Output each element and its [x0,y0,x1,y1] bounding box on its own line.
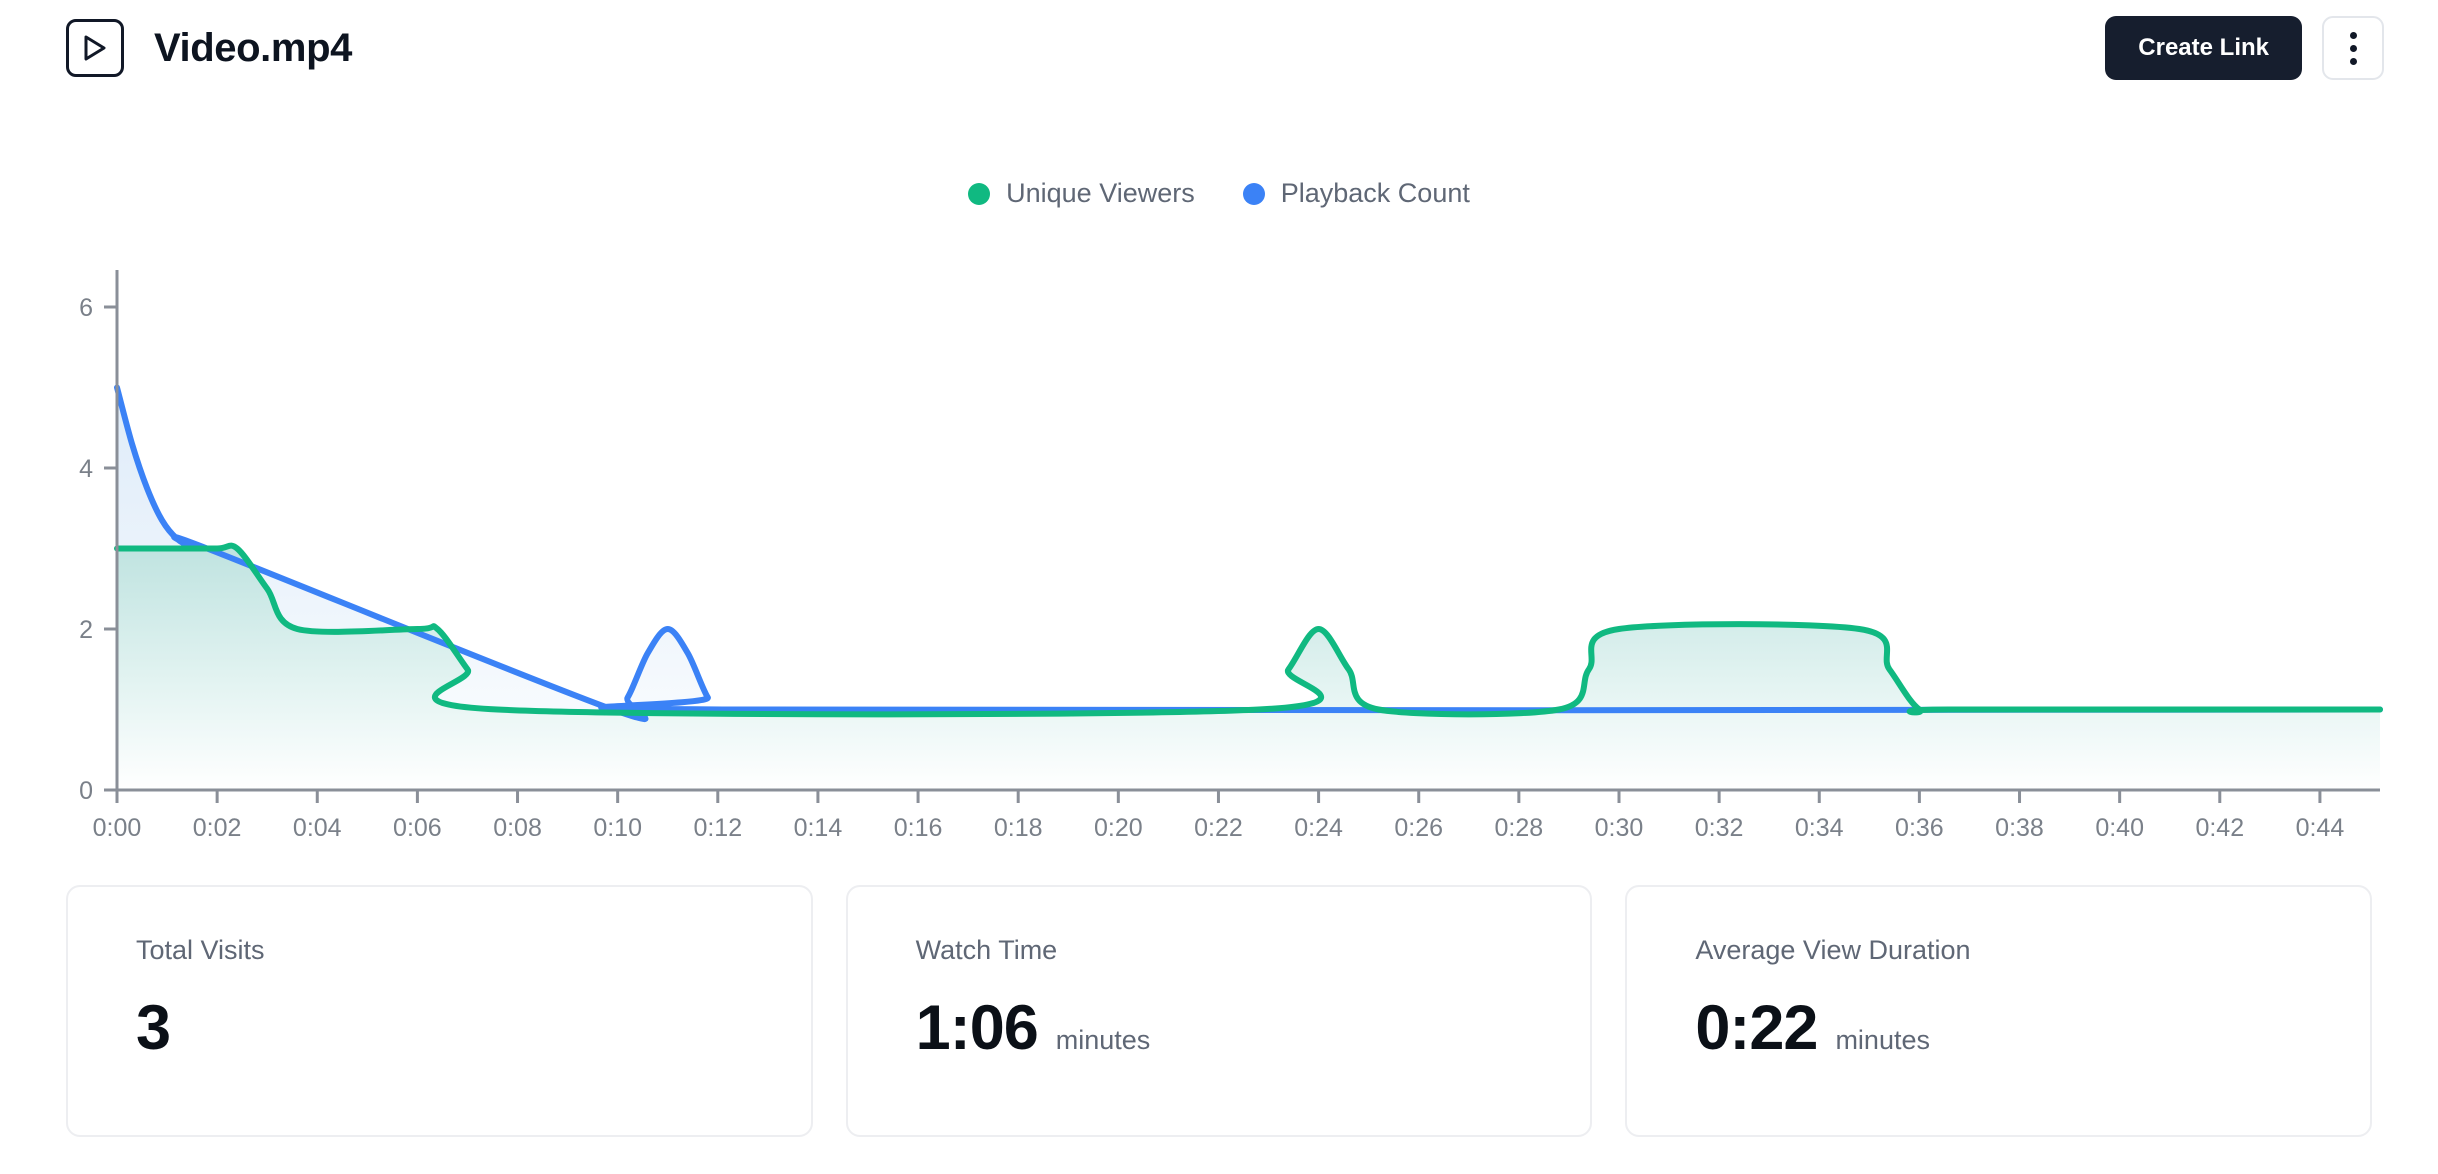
svg-text:6: 6 [79,294,93,322]
chart-areas [117,388,2380,791]
stat-card-watch-time: Watch Time 1:06 minutes [846,885,1593,1137]
legend-dot-blue-icon [1243,183,1265,205]
viewership-chart: 0 2 4 6 0:00 0:02 0:04 0:06 0:08 0:10 0:12 0:14 0:16… [0,250,2438,850]
stat-value: 1:06 [916,997,1038,1060]
svg-text:0:40: 0:40 [2095,814,2144,842]
svg-text:0:24: 0:24 [1294,814,1343,842]
svg-text:0:26: 0:26 [1394,814,1443,842]
svg-text:0:00: 0:00 [93,814,142,842]
stat-unit: minutes [1835,1027,1930,1054]
stat-value: 0:22 [1695,997,1817,1060]
legend-item-playback-count[interactable]: Playback Count [1243,178,1470,209]
svg-text:0:08: 0:08 [493,814,542,842]
stat-value-row: 0:22 minutes [1695,997,2370,1060]
svg-text:0:20: 0:20 [1094,814,1143,842]
stat-card-average-view-duration: Average View Duration 0:22 minutes [1625,885,2372,1137]
vertical-dots-icon [2350,32,2357,65]
create-link-button[interactable]: Create Link [2105,16,2302,80]
svg-text:0:22: 0:22 [1194,814,1243,842]
stat-label: Total Visits [136,937,811,964]
svg-text:0:12: 0:12 [693,814,742,842]
svg-text:0:06: 0:06 [393,814,442,842]
header-actions: Create Link [2105,16,2384,80]
stat-label: Average View Duration [1695,937,2370,964]
stat-value-row: 1:06 minutes [916,997,1591,1060]
stat-label: Watch Time [916,937,1591,964]
svg-text:0:42: 0:42 [2195,814,2244,842]
svg-text:0:18: 0:18 [994,814,1043,842]
video-play-icon [66,19,124,77]
stat-value-row: 3 [136,997,811,1060]
svg-text:0:32: 0:32 [1695,814,1744,842]
analytics-page: Video.mp4 Create Link Unique Viewers Pla… [0,0,2438,1174]
stat-unit: minutes [1056,1027,1151,1054]
legend-label-playback-count: Playback Count [1281,178,1470,209]
svg-text:0:36: 0:36 [1895,814,1944,842]
header-left-group: Video.mp4 [66,19,352,77]
svg-text:0:44: 0:44 [2296,814,2345,842]
stat-cards: Total Visits 3 Watch Time 1:06 minutes A… [66,885,2372,1137]
svg-text:0: 0 [79,777,93,805]
legend-dot-green-icon [968,183,990,205]
chart-svg: 0 2 4 6 0:00 0:02 0:04 0:06 0:08 0:10 0:12 0:14 0:16… [0,250,2438,850]
svg-text:0:04: 0:04 [293,814,342,842]
chart-legend: Unique Viewers Playback Count [0,178,2438,209]
stat-value: 3 [136,997,170,1060]
svg-text:0:16: 0:16 [894,814,943,842]
more-options-button[interactable] [2322,16,2384,80]
svg-text:0:10: 0:10 [593,814,642,842]
svg-text:0:28: 0:28 [1495,814,1544,842]
legend-item-unique-viewers[interactable]: Unique Viewers [968,178,1195,209]
svg-text:0:02: 0:02 [193,814,242,842]
svg-text:2: 2 [79,616,93,644]
page-header: Video.mp4 Create Link [0,0,2438,96]
page-title: Video.mp4 [154,26,352,71]
stat-card-total-visits: Total Visits 3 [66,885,813,1137]
svg-text:0:30: 0:30 [1595,814,1644,842]
svg-text:4: 4 [79,455,93,483]
svg-text:0:14: 0:14 [794,814,843,842]
svg-text:0:38: 0:38 [1995,814,2044,842]
svg-text:0:34: 0:34 [1795,814,1844,842]
legend-label-unique-viewers: Unique Viewers [1006,178,1195,209]
